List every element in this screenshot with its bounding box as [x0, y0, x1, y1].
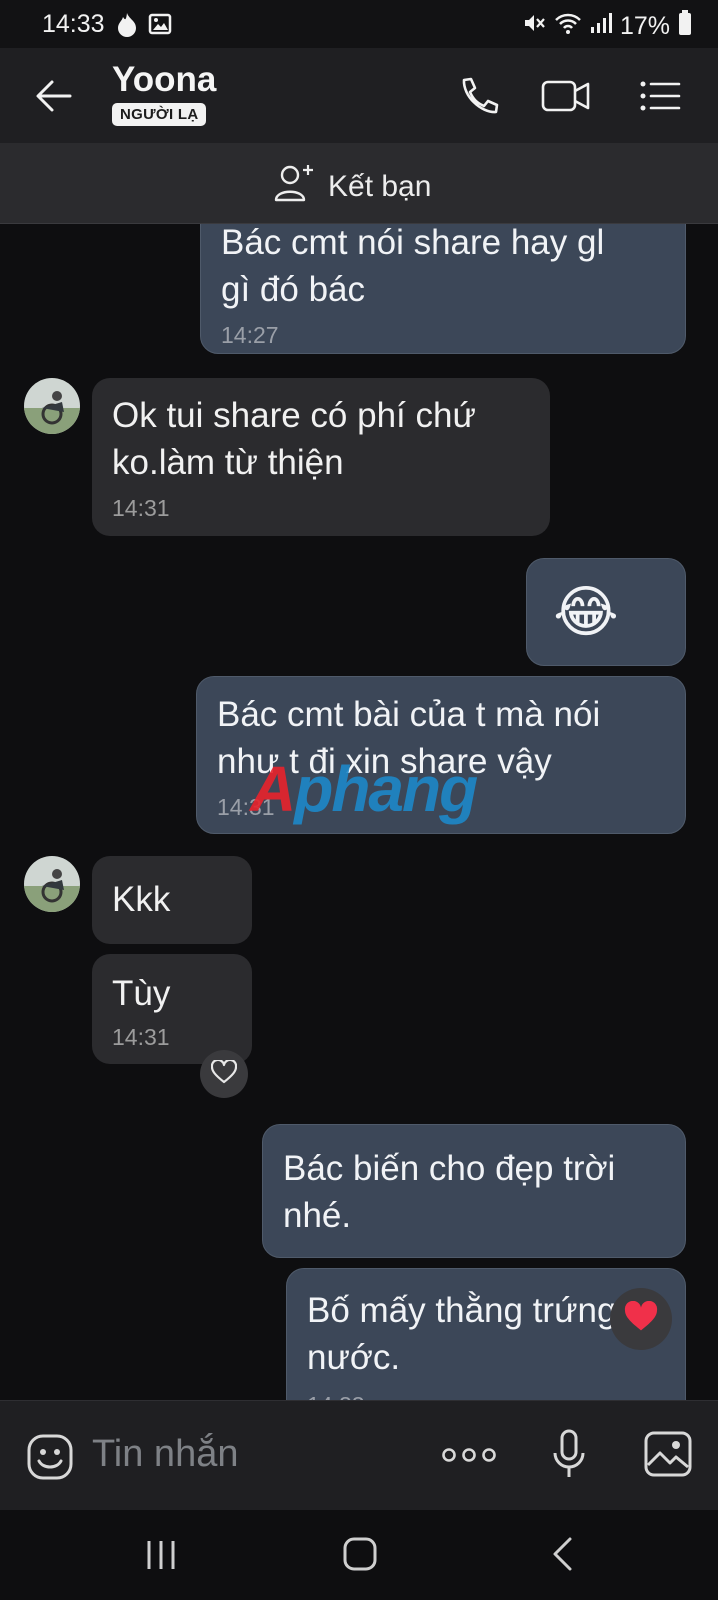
microphone-icon[interactable]	[552, 1429, 586, 1484]
home-icon[interactable]	[342, 1536, 378, 1577]
message-time: 14:31	[112, 1024, 170, 1050]
message-bubble-incoming[interactable]: Tùy 14:31	[92, 954, 252, 1064]
message-input-bar: Tin nhắn	[0, 1400, 718, 1511]
mute-icon	[522, 11, 546, 42]
back-arrow-icon[interactable]	[34, 78, 74, 114]
watermark-part: phang	[294, 753, 478, 825]
more-options-icon[interactable]	[442, 1447, 496, 1468]
heart-reaction-badge[interactable]	[610, 1288, 672, 1350]
add-friend-bar[interactable]: Kết bạn	[0, 143, 718, 224]
battery-icon	[678, 10, 692, 43]
message-line: Ok tui share có phí chứ	[112, 396, 476, 435]
message-line: Bác biến cho đẹp trời	[283, 1149, 616, 1188]
message-time: 14:27	[221, 322, 279, 348]
laughing-emoji: 😂	[553, 580, 619, 643]
system-nav-bar	[0, 1510, 718, 1600]
emoji-sticker-icon[interactable]	[26, 1433, 74, 1486]
message-bubble-incoming[interactable]: Ok tui share có phí chứ ko.làm từ thiện …	[92, 378, 550, 536]
message-bubble-outgoing[interactable]: Bác biến cho đẹp trời nhé.	[262, 1124, 686, 1258]
message-line: Kkk	[112, 880, 171, 919]
message-bubble-incoming[interactable]: Kkk	[92, 856, 252, 944]
video-call-icon[interactable]	[540, 76, 590, 116]
contact-name[interactable]: Yoona	[112, 60, 216, 100]
message-bubble-outgoing[interactable]: Bác cmt nói share hay gl gì đó bác 14:27	[200, 224, 686, 354]
message-line: Tùy	[112, 974, 171, 1013]
add-friend-label: Kết bạn	[328, 170, 432, 203]
chat-header: Yoona NGƯỜI LẠ	[0, 48, 718, 143]
message-input[interactable]: Tin nhắn	[92, 1433, 238, 1476]
heart-outline-icon	[210, 1058, 238, 1089]
message-line: Bố mấy thằng trứng	[307, 1291, 617, 1330]
contact-avatar[interactable]	[24, 856, 80, 912]
status-bar: 14:33 17%	[0, 0, 718, 48]
menu-list-icon[interactable]	[638, 76, 682, 116]
watermark-logo: Aphang	[250, 752, 478, 826]
nav-back-icon[interactable]	[550, 1536, 574, 1577]
signal-icon	[590, 11, 612, 42]
message-list[interactable]: Bác cmt nói share hay gl gì đó bác 14:27…	[0, 224, 718, 1400]
battery-percent: 17%	[619, 12, 670, 40]
message-line: nước.	[307, 1338, 401, 1377]
message-time: 14:33	[307, 1389, 665, 1400]
contact-avatar[interactable]	[24, 378, 80, 434]
message-line: nhé.	[283, 1196, 352, 1235]
status-time: 14:33	[42, 10, 105, 38]
heart-filled-icon	[623, 1300, 659, 1338]
recent-apps-icon[interactable]	[144, 1538, 178, 1577]
gallery-icon	[148, 12, 172, 43]
phone-icon[interactable]	[456, 76, 500, 116]
message-bubble-outgoing[interactable]: 😂	[526, 558, 686, 666]
message-line: Bác cmt bài của t mà nói	[217, 695, 601, 734]
tinder-flame-icon	[116, 12, 138, 43]
message-time: 14:31	[112, 495, 170, 521]
message-line: gì đó bác	[221, 270, 365, 309]
heart-reaction-button[interactable]	[200, 1050, 248, 1098]
message-line: Bác cmt nói share hay gl	[221, 224, 605, 262]
image-gallery-icon[interactable]	[644, 1431, 692, 1482]
add-friend-icon	[274, 163, 316, 211]
stranger-badge: NGƯỜI LẠ	[112, 103, 207, 126]
wifi-icon	[554, 11, 582, 42]
message-line: ko.làm từ thiện	[112, 443, 344, 482]
watermark-part: A	[250, 753, 296, 825]
